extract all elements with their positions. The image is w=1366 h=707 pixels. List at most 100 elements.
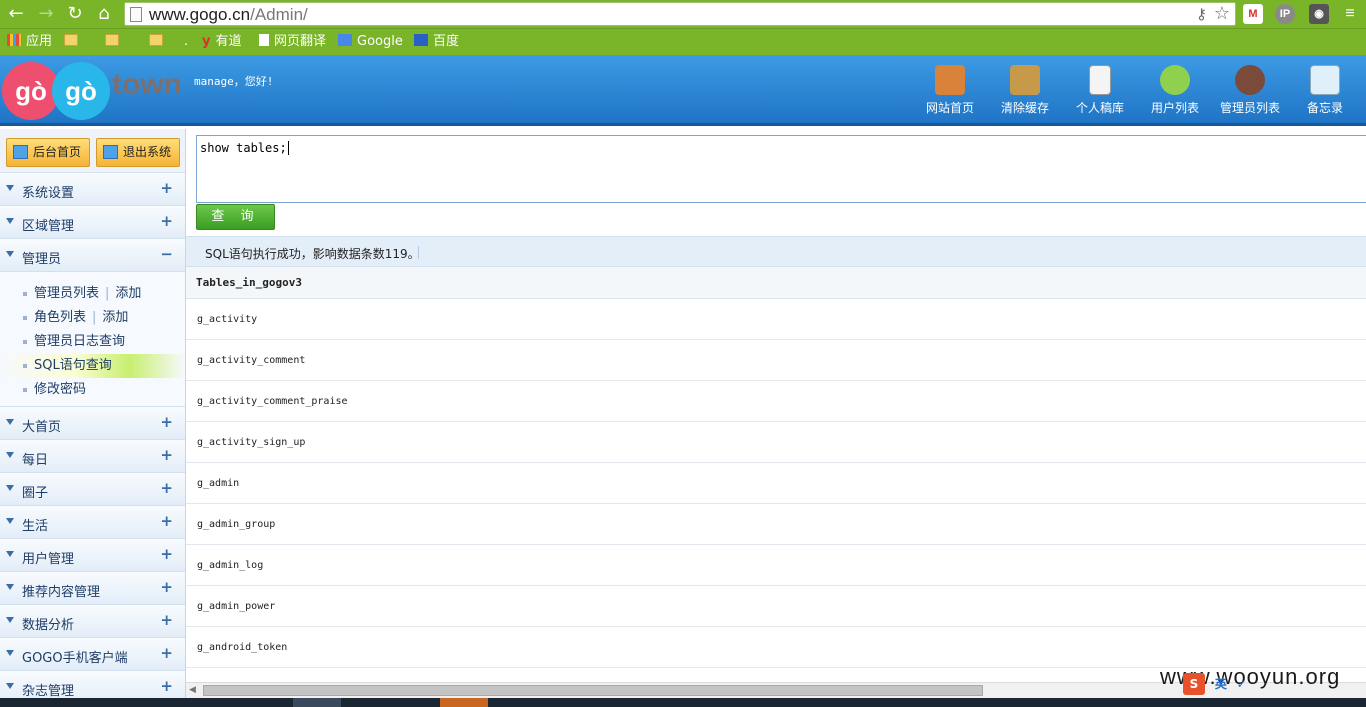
expand-icon[interactable]: +	[160, 179, 173, 197]
expand-icon[interactable]: +	[160, 413, 173, 431]
bookmark-baidu[interactable]: 百度	[414, 33, 459, 51]
nav-user-list[interactable]: 用户列表	[1139, 65, 1211, 116]
check-icon[interactable]: ✓	[1237, 677, 1247, 691]
triangle-down-icon	[6, 251, 14, 257]
expand-icon[interactable]: +	[160, 446, 173, 464]
nav-site-home[interactable]: 网站首页	[914, 65, 986, 116]
sidebar-item-admin-list[interactable]: 管理员列表 | 添加	[0, 282, 185, 306]
broom-icon	[1010, 65, 1040, 95]
google-icon	[338, 34, 352, 46]
table-row: g_admin_group	[186, 504, 1366, 545]
expand-icon[interactable]: +	[160, 512, 173, 530]
nav-label: 网站首页	[925, 101, 974, 115]
sidebar: 后台首页 退出系统 系统设置 + 区域管理 + 管理员 − 管理员列表 | 添加 角色列表…	[0, 129, 186, 707]
bookmark-google[interactable]: Google	[338, 33, 403, 51]
query-button[interactable]: 查 询	[196, 204, 275, 230]
folder-icon	[149, 34, 163, 46]
triangle-down-icon	[6, 452, 14, 458]
folder-icon	[64, 34, 78, 46]
apps-grid-icon	[7, 34, 21, 46]
nav-clear-cache[interactable]: 清除缓存	[989, 65, 1061, 116]
nav-label: 管理员列表	[1219, 101, 1280, 115]
ip-extension-icon[interactable]: IP	[1275, 4, 1295, 24]
column-header: Tables_in_gogov3	[196, 276, 302, 289]
sidebar-section-region[interactable]: 区域管理 +	[0, 206, 185, 239]
sidebar-section-users[interactable]: 用户管理 +	[0, 539, 185, 572]
collapse-icon[interactable]: −	[160, 245, 173, 263]
logo-town-text: town	[112, 68, 182, 101]
bookmark-folder-2[interactable]	[105, 33, 124, 51]
sidebar-section-daily[interactable]: 每日 +	[0, 440, 185, 473]
table-row: g_activity_comment_praise	[186, 381, 1366, 422]
add-role-link[interactable]: 添加	[102, 310, 128, 325]
taskbar-item[interactable]	[440, 698, 488, 707]
scrollbar-thumb[interactable]	[203, 685, 983, 696]
sogou-icon[interactable]: S	[1183, 673, 1205, 695]
expand-icon[interactable]: +	[160, 212, 173, 230]
triangle-down-icon	[6, 650, 14, 656]
sidebar-section-life[interactable]: 生活 +	[0, 506, 185, 539]
table-row: g_admin_power	[186, 586, 1366, 627]
bookmark-star-icon[interactable]: ☆	[1214, 3, 1230, 24]
ime-mode-icon[interactable]: 英	[1215, 675, 1227, 692]
triangle-down-icon	[6, 419, 14, 425]
table-row: g_admin	[186, 463, 1366, 504]
key-icon[interactable]: ⚷	[1196, 5, 1207, 23]
sidebar-section-circle[interactable]: 圈子 +	[0, 473, 185, 506]
reload-icon[interactable]: ↻	[64, 3, 86, 25]
main-content: show tables; 查 询 SQL语句执行成功，影响数据条数119。 Ta…	[186, 129, 1366, 707]
gmail-icon[interactable]: M	[1243, 4, 1263, 24]
logo[interactable]: gò gò town	[0, 58, 190, 124]
triangle-down-icon	[6, 584, 14, 590]
bookmark-youdao[interactable]: y 有道	[202, 33, 242, 51]
back-arrow-icon[interactable]: ←	[5, 3, 27, 25]
camera-extension-icon[interactable]: ◉	[1309, 4, 1329, 24]
home-icon[interactable]: ⌂	[93, 3, 115, 25]
expand-icon[interactable]: +	[160, 677, 173, 695]
address-bar[interactable]: www.gogo.cn/Admin/ ⚷ ☆	[124, 2, 1236, 26]
taskbar-item[interactable]	[293, 698, 341, 707]
bookmark-folder-3[interactable]	[149, 33, 168, 51]
folder-icon	[105, 34, 119, 46]
sidebar-item-admin-log[interactable]: 管理员日志查询	[0, 330, 185, 354]
users-icon	[1160, 65, 1190, 95]
sidebar-section-mobile[interactable]: GOGO手机客户端 +	[0, 638, 185, 671]
menu-icon[interactable]: ≡	[1340, 4, 1360, 24]
add-admin-link[interactable]: 添加	[115, 286, 141, 301]
youdao-icon: y	[202, 34, 211, 49]
expand-icon[interactable]: +	[160, 644, 173, 662]
home-arrow-icon	[13, 145, 28, 159]
nav-admin-list[interactable]: 管理员列表	[1214, 65, 1286, 116]
nav-memo[interactable]: 备忘录	[1289, 65, 1361, 116]
sidebar-section-system[interactable]: 系统设置 +	[0, 173, 185, 206]
admin-home-button[interactable]: 后台首页	[6, 138, 90, 167]
bookmark-folder-1[interactable]	[64, 33, 83, 51]
expand-icon[interactable]: +	[160, 578, 173, 596]
scroll-left-icon[interactable]: ◀	[189, 685, 196, 695]
sidebar-section-analytics[interactable]: 数据分析 +	[0, 605, 185, 638]
table-row: g_activity_sign_up	[186, 422, 1366, 463]
sidebar-item-change-password[interactable]: 修改密码	[0, 378, 185, 402]
divider	[418, 246, 419, 259]
expand-icon[interactable]: +	[160, 611, 173, 629]
sidebar-section-recommend[interactable]: 推荐内容管理 +	[0, 572, 185, 605]
sidebar-section-admin[interactable]: 管理员 −	[0, 239, 185, 272]
bookmark-dot[interactable]: .	[184, 33, 188, 51]
expand-icon[interactable]: +	[160, 545, 173, 563]
bookmark-translate[interactable]: 网页翻译	[259, 33, 326, 51]
sidebar-section-homepage[interactable]: 大首页 +	[0, 407, 185, 440]
triangle-down-icon	[6, 551, 14, 557]
sidebar-item-sql-query[interactable]: SQL语句查询	[0, 354, 185, 378]
expand-icon[interactable]: +	[160, 479, 173, 497]
logout-button[interactable]: 退出系统	[96, 138, 180, 167]
forward-arrow-icon[interactable]: →	[35, 3, 57, 25]
sidebar-item-role-list[interactable]: 角色列表 | 添加	[0, 306, 185, 330]
sql-input[interactable]: show tables;	[196, 135, 1366, 203]
table-row: g_activity	[186, 299, 1366, 340]
table-header: Tables_in_gogov3	[186, 267, 1366, 299]
triangle-down-icon	[6, 518, 14, 524]
nav-label: 备忘录	[1306, 101, 1343, 115]
bookmark-apps[interactable]: 应用	[7, 33, 52, 51]
triangle-down-icon	[6, 218, 14, 224]
nav-personal-drafts[interactable]: 个人稿库	[1064, 65, 1136, 116]
